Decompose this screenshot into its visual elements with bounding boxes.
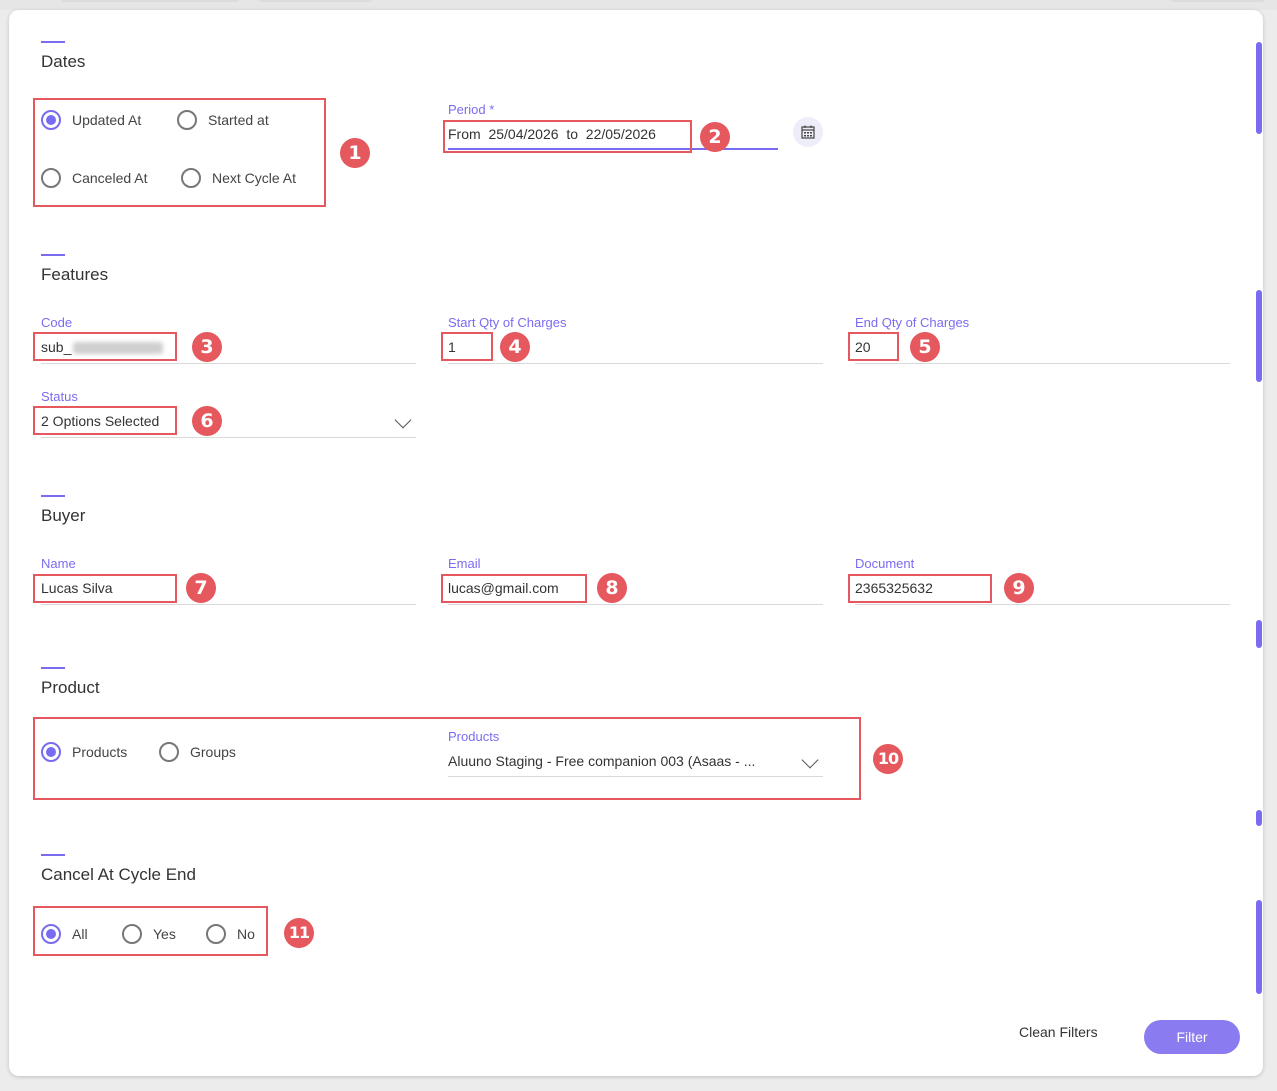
section-accent [41,854,65,856]
status-label: Status [41,389,78,404]
section-accent [41,41,65,43]
section-title-dates: Dates [41,52,86,71]
annotation-badge: 10 [873,744,903,774]
highlight-box [441,332,493,361]
top-tab[interactable] [1170,0,1265,2]
period-label: Period * [448,102,495,117]
email-underline [448,604,823,605]
top-bar [0,0,1277,10]
scrollbar-thumb[interactable] [1256,290,1262,382]
annotation-badge: 11 [284,918,314,948]
scrollbar-thumb[interactable] [1256,810,1262,826]
section-title-product: Product [41,678,100,697]
document-label: Document [855,556,915,571]
highlight-box [33,574,177,603]
annotation-badge: 1 [340,138,370,168]
section-title-cancel: Cancel At Cycle End [41,865,196,884]
name-underline [41,604,416,605]
annotation-badge: 9 [1004,573,1034,603]
section-title-buyer: Buyer [41,506,86,525]
calendar-icon [801,125,815,139]
scrollbar-thumb[interactable] [1256,42,1262,134]
annotation-badge: 8 [597,573,627,603]
section-title-features: Features [41,265,109,284]
end-qty-underline [855,363,1230,364]
end-qty-label: End Qty of Charges [855,315,970,330]
section-accent [41,667,65,669]
filter-button[interactable]: Filter [1144,1020,1240,1054]
filter-panel: Dates Updated At Started at Canceled At … [9,10,1263,1076]
highlight-box [33,332,177,361]
section-accent [41,254,65,256]
name-label: Name [41,556,76,571]
annotation-badge: 6 [192,406,222,436]
scrollbar[interactable] [1256,40,1264,1005]
top-tab[interactable] [60,0,240,2]
highlight-box [33,406,177,435]
chevron-down-icon[interactable] [394,411,412,429]
highlight-box [33,717,861,800]
calendar-button[interactable] [793,117,823,147]
top-tab[interactable] [258,0,373,2]
scrollbar-thumb[interactable] [1256,620,1262,648]
highlight-box [443,120,692,153]
start-qty-label: Start Qty of Charges [448,315,567,330]
annotation-badge: 4 [500,332,530,362]
email-label: Email [448,556,481,571]
code-label: Code [41,315,73,330]
scrollbar-thumb[interactable] [1256,900,1262,994]
document-underline [855,604,1230,605]
code-underline [41,363,416,364]
annotation-badge: 7 [186,573,216,603]
highlight-box [848,332,899,361]
start-qty-underline [448,363,823,364]
highlight-box [33,98,326,207]
clean-filters-button[interactable]: Clean Filters [1019,1024,1098,1040]
highlight-box [441,574,587,603]
annotation-badge: 2 [700,122,730,152]
highlight-box [33,906,268,956]
status-underline [41,437,416,438]
section-accent [41,495,65,497]
highlight-box [848,574,992,603]
annotation-badge: 3 [192,332,222,362]
annotation-badge: 5 [910,332,940,362]
